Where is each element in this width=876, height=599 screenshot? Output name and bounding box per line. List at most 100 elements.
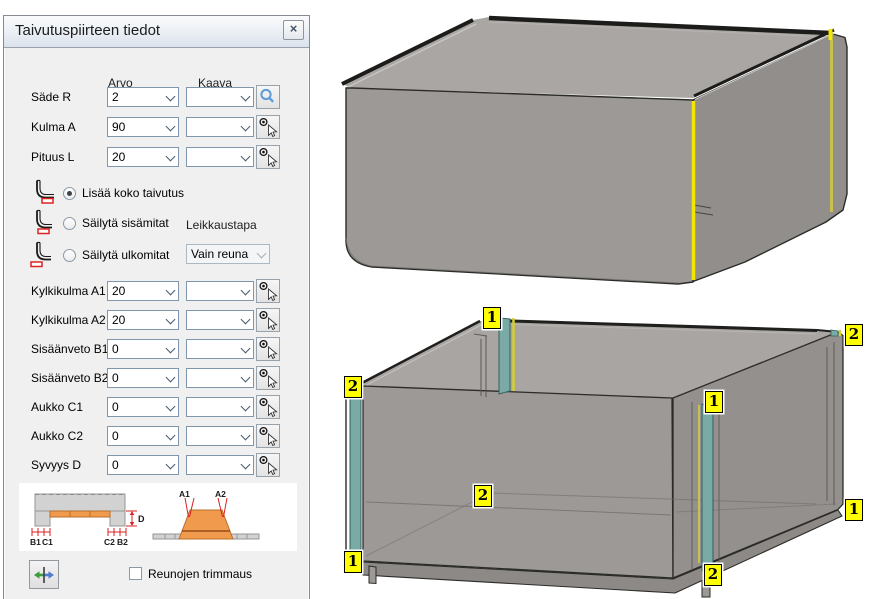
value-combo-pituus-l[interactable]: 20	[107, 147, 179, 167]
value-combo-sade-r[interactable]: 2	[107, 87, 179, 107]
pick-from-model-button[interactable]	[256, 395, 280, 419]
bend-end-marker[interactable]: 2	[704, 564, 722, 586]
combo-value: 20	[112, 313, 162, 327]
chevron-down-icon[interactable]	[166, 344, 176, 354]
svg-text:B2: B2	[117, 537, 128, 547]
dimension-diagram-panel: D B1 C1 C2 B2	[19, 483, 297, 551]
bend-end-marker[interactable]: 1	[344, 551, 362, 573]
pick-target-cursor-icon	[257, 367, 279, 389]
combo-value: 20	[112, 150, 162, 164]
value-combo-aukko-c1[interactable]: 0	[107, 397, 179, 417]
svg-text:A2: A2	[215, 489, 226, 499]
pick-from-model-button[interactable]	[256, 115, 280, 139]
field-label-syvyys-d: Syvyys D	[31, 458, 81, 472]
cut-mode-label: Leikkaustapa	[186, 218, 257, 232]
pick-from-model-button[interactable]	[256, 308, 280, 332]
pick-target-cursor-icon	[257, 146, 279, 168]
chevron-down-icon[interactable]	[241, 402, 251, 412]
combo-value: 90	[112, 120, 162, 134]
chevron-down-icon[interactable]	[241, 152, 251, 162]
combo-value: 0	[112, 429, 162, 443]
pick-from-model-button[interactable]	[256, 453, 280, 477]
chevron-down-icon[interactable]	[166, 431, 176, 441]
chevron-down-icon[interactable]	[166, 402, 176, 412]
value-combo-syvyys-d[interactable]: 0	[107, 455, 179, 475]
chevron-down-icon[interactable]	[166, 315, 176, 325]
radio-sailyta-sisamitat[interactable]	[63, 217, 76, 230]
chevron-down-icon[interactable]	[241, 286, 251, 296]
svg-text:A1: A1	[179, 489, 190, 499]
chevron-down-icon[interactable]	[241, 373, 251, 383]
formula-combo-kulma-a[interactable]	[186, 117, 254, 137]
value-combo-sisaanveto-b1[interactable]: 0	[107, 339, 179, 359]
model-viewport-preview[interactable]	[320, 300, 876, 599]
chevron-down-icon[interactable]	[241, 92, 251, 102]
dialog-titlebar[interactable]: Taivutuspiirteen tiedot ×	[4, 16, 309, 48]
chevron-down-icon[interactable]	[241, 431, 251, 441]
radio-label: Säilytä ulkomitat	[82, 248, 169, 262]
field-label-sisaanveto-b1: Sisäänveto B1	[31, 342, 108, 356]
combo-value: 0	[112, 342, 162, 356]
svg-text:D: D	[138, 514, 145, 524]
chevron-down-icon[interactable]	[241, 315, 251, 325]
field-label-kylkikulma-a1: Kylkikulma A1	[31, 284, 106, 298]
formula-combo-kylkikulma-a2[interactable]	[186, 310, 254, 330]
cut-mode-combo[interactable]: Vain reuna	[186, 244, 270, 264]
chevron-down-icon[interactable]	[241, 344, 251, 354]
swap-arrows-icon	[33, 566, 55, 584]
model-viewport-current[interactable]	[320, 0, 876, 300]
formula-combo-aukko-c1[interactable]	[186, 397, 254, 417]
angle-diagram: A1 A2	[151, 489, 261, 547]
field-label-sade-r: Säde R	[31, 90, 71, 104]
combo-value: 0	[112, 371, 162, 385]
pick-from-model-button[interactable]	[256, 366, 280, 390]
formula-combo-kylkikulma-a1[interactable]	[186, 281, 254, 301]
bend-end-marker[interactable]: 2	[344, 376, 362, 398]
pick-from-model-button[interactable]	[256, 145, 280, 169]
pick-target-cursor-icon	[257, 309, 279, 331]
chevron-down-icon[interactable]	[166, 373, 176, 383]
chevron-down-icon[interactable]	[166, 122, 176, 132]
value-combo-kylkikulma-a1[interactable]: 20	[107, 281, 179, 301]
formula-combo-sade-r[interactable]	[186, 87, 254, 107]
chevron-down-icon[interactable]	[166, 92, 176, 102]
combo-value: 0	[112, 400, 162, 414]
formula-combo-syvyys-d[interactable]	[186, 455, 254, 475]
bend-end-marker[interactable]: 1	[483, 307, 501, 329]
combo-value: 20	[112, 284, 162, 298]
value-combo-aukko-c2[interactable]: 0	[107, 426, 179, 446]
close-button[interactable]: ×	[283, 20, 304, 40]
value-combo-sisaanveto-b2[interactable]: 0	[107, 368, 179, 388]
value-combo-kylkikulma-a2[interactable]: 20	[107, 310, 179, 330]
value-combo-kulma-a[interactable]: 90	[107, 117, 179, 137]
pick-target-cursor-icon	[257, 396, 279, 418]
formula-combo-aukko-c2[interactable]	[186, 426, 254, 446]
formula-combo-pituus-l[interactable]	[186, 147, 254, 167]
trim-edges-checkbox[interactable]	[129, 567, 142, 580]
field-label-aukko-c2: Aukko C2	[31, 429, 83, 443]
svg-text:C1: C1	[42, 537, 53, 547]
pick-from-model-button[interactable]	[256, 337, 280, 361]
bend-end-marker[interactable]: 2	[474, 485, 492, 507]
chevron-down-icon[interactable]	[241, 122, 251, 132]
chevron-down-icon[interactable]	[166, 460, 176, 470]
flip-direction-button[interactable]	[29, 560, 59, 589]
pick-from-model-button[interactable]	[256, 424, 280, 448]
radio-lisaa-koko-taivutus[interactable]	[63, 187, 76, 200]
chevron-down-icon[interactable]	[241, 460, 251, 470]
bend-mode-icon-full	[29, 179, 56, 211]
formula-combo-sisaanveto-b1[interactable]	[186, 339, 254, 359]
sheet-metal-box-preview	[320, 300, 876, 599]
measure-search-button[interactable]	[256, 85, 280, 109]
chevron-down-icon[interactable]	[166, 286, 176, 296]
pick-from-model-button[interactable]	[256, 279, 280, 303]
bend-end-marker[interactable]: 1	[705, 391, 723, 413]
formula-combo-sisaanveto-b2[interactable]	[186, 368, 254, 388]
bend-end-marker[interactable]: 1	[845, 499, 863, 521]
radio-sailyta-ulkomitat[interactable]	[63, 249, 76, 262]
bend-end-marker[interactable]: 2	[845, 324, 863, 346]
chevron-down-icon[interactable]	[166, 152, 176, 162]
field-label-pituus-l: Pituus L	[31, 150, 74, 164]
pick-target-cursor-icon	[257, 280, 279, 302]
svg-text:C2: C2	[104, 537, 115, 547]
